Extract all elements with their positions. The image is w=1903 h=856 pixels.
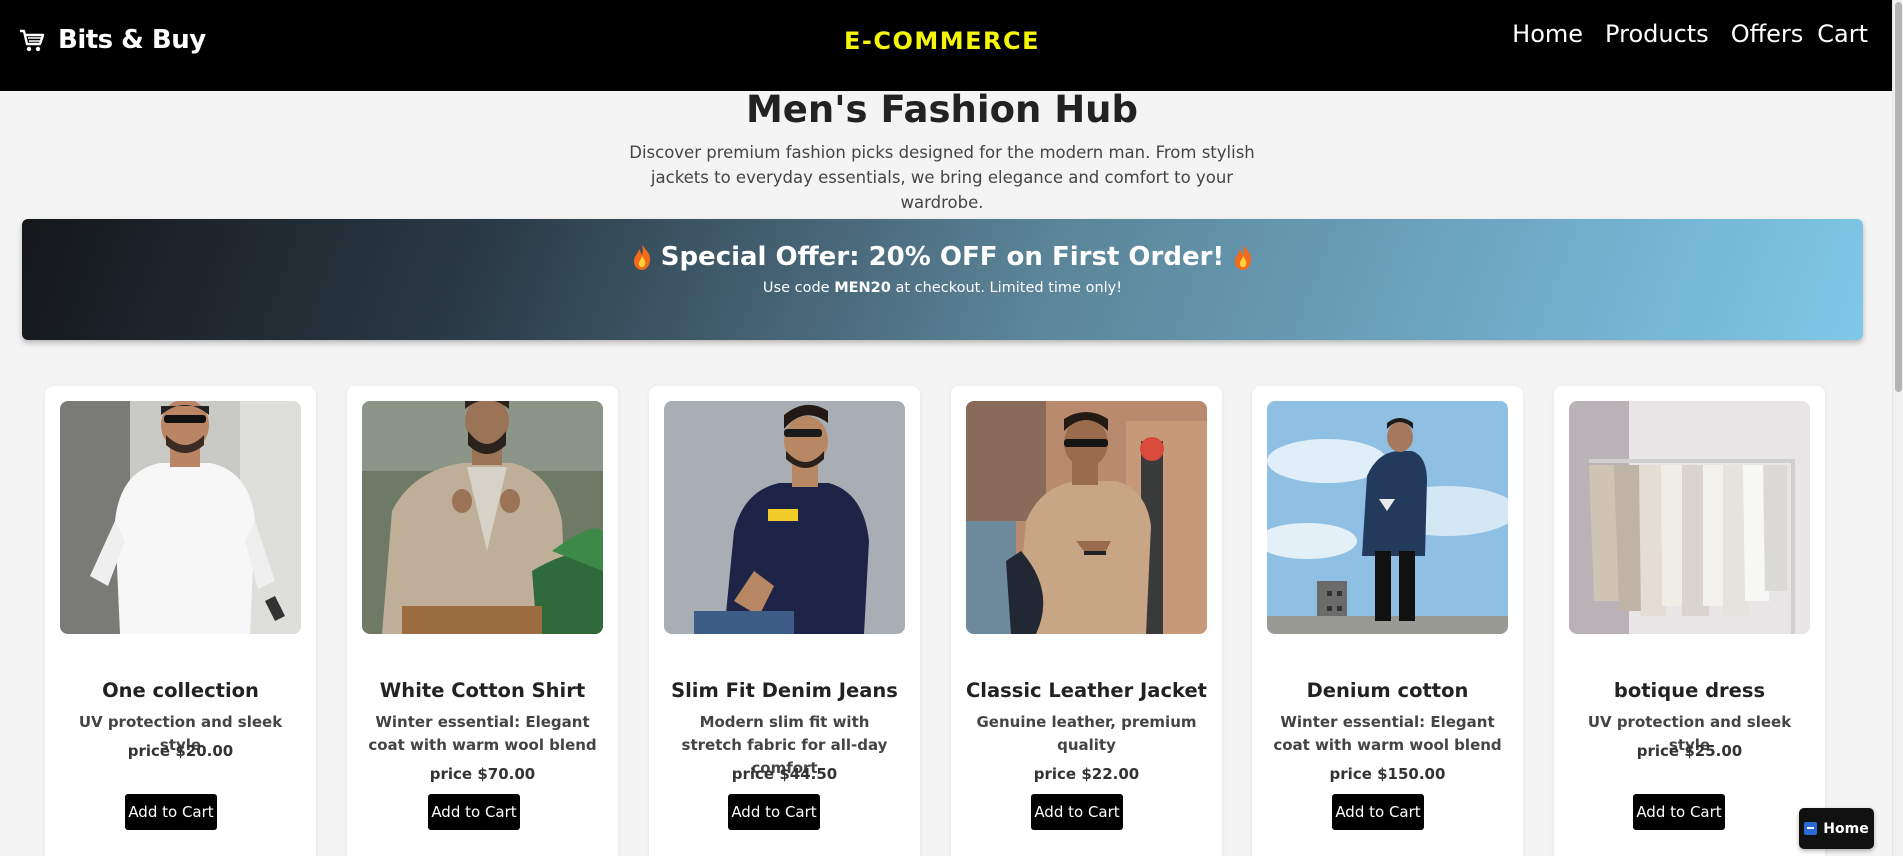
product-title: Slim Fit Denim Jeans [671, 679, 898, 702]
nav-offers[interactable]: Offers [1731, 19, 1804, 49]
product-title: White Cotton Shirt [379, 679, 586, 702]
page-title: Men's Fashion Hub [745, 88, 1139, 131]
nav-home[interactable]: Home [1512, 19, 1583, 49]
product-title: One collection [102, 679, 259, 702]
fire-icon [633, 244, 650, 270]
banner-subtitle: Use code MEN20 at checkout. Limited time… [762, 280, 1123, 296]
product-card: Classic Leather Jacket Genuine leather, … [951, 386, 1222, 856]
banner-title: Special Offer: 20% OFF on First Order! [660, 242, 1225, 272]
fire-icon [1235, 244, 1252, 270]
page-description: Discover premium fashion picks designed … [629, 143, 1255, 212]
product-card: White Cotton Shirt Winter essential: Ele… [347, 386, 618, 856]
special-offer-banner: Special Offer: 20% OFF on First Order! U… [22, 219, 1863, 340]
product-title: Classic Leather Jacket [965, 679, 1207, 702]
product-description: Winter essential: Elegant coat with warm… [368, 713, 597, 754]
product-description: Genuine leather, premium quality [976, 713, 1197, 754]
product-image [362, 401, 603, 634]
product-image [60, 401, 301, 634]
product-price: price $70.00 [429, 765, 536, 783]
product-card: One collection UV protection and sleek s… [45, 386, 316, 856]
floating-home-label: Home [1823, 820, 1869, 837]
nav-cart[interactable]: Cart [1817, 19, 1868, 49]
product-image [1569, 401, 1810, 634]
floating-home-button[interactable]: Home [1799, 808, 1874, 849]
back-arrow-icon [1804, 822, 1818, 835]
product-image [966, 401, 1207, 634]
main-nav: Home Products Offers Cart [1490, 19, 1868, 49]
product-price: price $20.00 [127, 742, 234, 760]
page-scrollbar[interactable] [1892, 0, 1903, 856]
nav-products[interactable]: Products [1605, 19, 1709, 49]
product-price: price $22.00 [1033, 765, 1140, 783]
promo-code: MEN20 [834, 280, 891, 296]
product-price: price $25.00 [1636, 742, 1743, 760]
scrollbar-thumb[interactable] [1895, 2, 1902, 392]
product-description: Winter essential: Elegant coat with warm… [1273, 713, 1502, 754]
product-image [664, 401, 905, 634]
add-to-cart-button[interactable]: Add to Cart [1332, 794, 1424, 830]
product-image [1267, 401, 1508, 634]
top-navbar: Bits & Buy E-COMMERCE Home Products Offe… [0, 0, 1892, 91]
add-to-cart-button[interactable]: Add to Cart [1031, 794, 1123, 830]
product-card: Denium cotton Winter essential: Elegant … [1252, 386, 1523, 856]
add-to-cart-button[interactable]: Add to Cart [1633, 794, 1725, 830]
banner-headline: Special Offer: 20% OFF on First Order! [22, 242, 1863, 272]
product-title: botique dress [1613, 679, 1766, 702]
add-to-cart-button[interactable]: Add to Cart [728, 794, 820, 830]
product-price: price $44.50 [731, 765, 838, 783]
product-card: botique dress UV protection and sleek st… [1554, 386, 1825, 856]
product-title: Denium cotton [1306, 679, 1469, 702]
add-to-cart-button[interactable]: Add to Cart [428, 794, 520, 830]
product-card: Slim Fit Denim Jeans Modern slim fit wit… [649, 386, 920, 856]
add-to-cart-button[interactable]: Add to Cart [125, 794, 217, 830]
product-price: price $150.00 [1329, 765, 1446, 783]
